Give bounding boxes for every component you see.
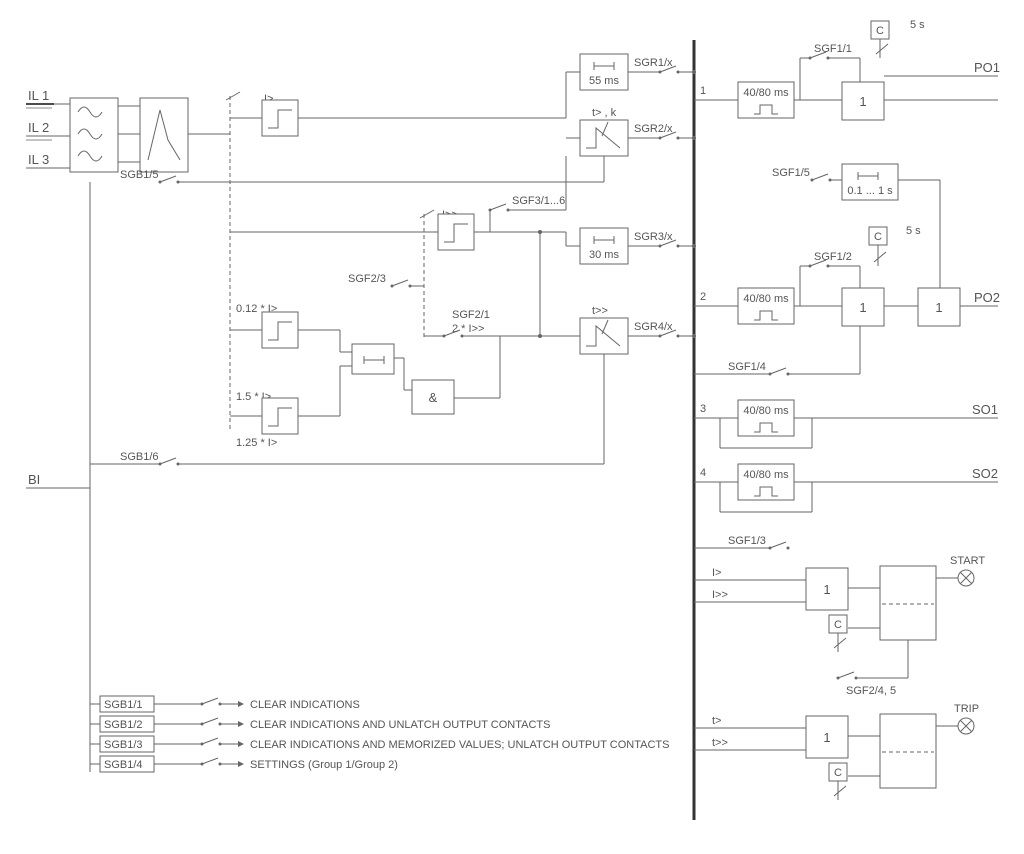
svg-text:5 s: 5 s [910,19,925,31]
svg-text:SGR3/x: SGR3/x [634,231,673,243]
svg-text:SGB1/2: SGB1/2 [104,719,143,731]
channel-so2: 4 40/80 ms SO2 [694,464,998,512]
il1: IL 1 [28,88,49,103]
svg-text:30 ms: 30 ms [589,249,619,261]
svg-text:I>: I> [712,567,721,579]
svg-text:3: 3 [700,403,706,415]
il2: IL 2 [28,120,49,135]
svg-text:55 ms: 55 ms [589,75,619,87]
svg-text:SGR4/x: SGR4/x [634,321,673,333]
svg-text:I>>: I>> [712,589,728,601]
sgb-commands: SGB1/1 CLEAR INDICATIONS SGB1/2 CLEAR IN… [90,488,669,772]
svg-text:SGR2/x: SGR2/x [634,123,673,135]
svg-text:SGB1/3: SGB1/3 [104,739,143,751]
svg-text:TRIP: TRIP [954,703,979,715]
svg-text:CLEAR INDICATIONS: CLEAR INDICATIONS [250,699,360,711]
svg-text:SGF1/5: SGF1/5 [772,167,810,179]
block-diagram: C IL 1 IL 2 IL 3 I> 55 ms SGR1/x t> , k … [0,0,1024,854]
svg-text:t>: t> [712,715,721,727]
svg-text:SGB1/6: SGB1/6 [120,451,159,463]
sgf15-delay: SGF1/5 0.1 ... 1 s [694,164,940,304]
svg-text:1: 1 [859,94,866,109]
svg-text:CLEAR INDICATIONS AND UNLATCH: CLEAR INDICATIONS AND UNLATCH OUTPUT CON… [250,719,551,731]
channel-so1: 3 40/80 ms SO1 [694,400,998,448]
c-button-po2[interactable] [869,227,887,245]
svg-text:1: 1 [700,85,706,97]
svg-text:SGF1/3: SGF1/3 [728,535,766,547]
il3: IL 3 [28,152,49,167]
svg-text:SGF3/1...6: SGF3/1...6 [512,195,565,207]
bi-input: BI SGB1/6 [26,182,604,488]
svg-text:SGB1/4: SGB1/4 [104,759,143,771]
svg-text:0.1 ... 1 s: 0.1 ... 1 s [847,185,893,197]
svg-text:1: 1 [823,582,830,597]
svg-text:PO2: PO2 [974,290,1000,305]
svg-text:1: 1 [935,300,942,315]
svg-text:SETTINGS (Group 1/Group 2): SETTINGS (Group 1/Group 2) [250,759,398,771]
svg-text:SGF1/1: SGF1/1 [814,43,852,55]
svg-text:40/80 ms: 40/80 ms [743,87,789,99]
svg-text:40/80 ms: 40/80 ms [743,293,789,305]
svg-text:PO1: PO1 [974,60,1000,75]
svg-text:SGB1/5: SGB1/5 [120,169,159,181]
svg-text:2: 2 [700,291,706,303]
svg-text:t>>: t>> [712,737,728,749]
svg-text:40/80 ms: 40/80 ms [743,405,789,417]
channel-trip: t> t>> 1 TRIP [694,703,979,800]
svg-text:&: & [429,390,438,405]
svg-text:2 * I>>: 2 * I>> [452,323,484,335]
svg-text:SGF1/2: SGF1/2 [814,251,852,263]
svg-text:START: START [950,555,985,567]
svg-text:SGF1/4: SGF1/4 [728,361,766,373]
svg-text:4: 4 [700,467,706,479]
c-button-start[interactable] [829,615,847,633]
c-button-po1[interactable] [871,21,889,39]
svg-text:SGF2/3: SGF2/3 [348,273,386,285]
channel-po2: 2 40/80 ms SGF1/2 5 s 1 1 PO2 SGF1/4 [694,225,1000,376]
svg-text:t> , k: t> , k [592,107,617,119]
lamp-start [958,570,974,586]
svg-text:SO1: SO1 [972,402,998,417]
svg-text:SO2: SO2 [972,466,998,481]
lamp-trip [958,718,974,734]
svg-text:1.25 * I>: 1.25 * I> [236,437,277,449]
svg-text:1: 1 [859,300,866,315]
channel-start: SGF1/3 I> I>> 1 START SGF2/4, 5 [694,535,985,697]
c-button-trip[interactable] [829,763,847,781]
svg-text:SGR1/x: SGR1/x [634,57,673,69]
svg-text:40/80 ms: 40/80 ms [743,469,789,481]
svg-text:SGF2/4, 5: SGF2/4, 5 [846,685,896,697]
svg-text:CLEAR INDICATIONS AND MEMORIZE: CLEAR INDICATIONS AND MEMORIZED VALUES; … [250,739,669,751]
svg-text:t>>: t>> [592,305,608,317]
stage-Igtt: I>> SGF3/1...6 30 ms SGR3/x SGF2/3 t>> S… [230,156,694,449]
inputs-il: IL 1 IL 2 IL 3 [26,88,230,172]
channel-po1: 1 40/80 ms SGF1/1 5 s 1 PO1 [694,19,1000,120]
svg-text:1: 1 [823,730,830,745]
stage-Igt: I> 55 ms SGR1/x t> , k SGR2/x [230,54,694,182]
svg-text:SGB1/1: SGB1/1 [104,699,143,711]
svg-text:5 s: 5 s [906,225,921,237]
svg-text:SGF2/1: SGF2/1 [452,309,490,321]
